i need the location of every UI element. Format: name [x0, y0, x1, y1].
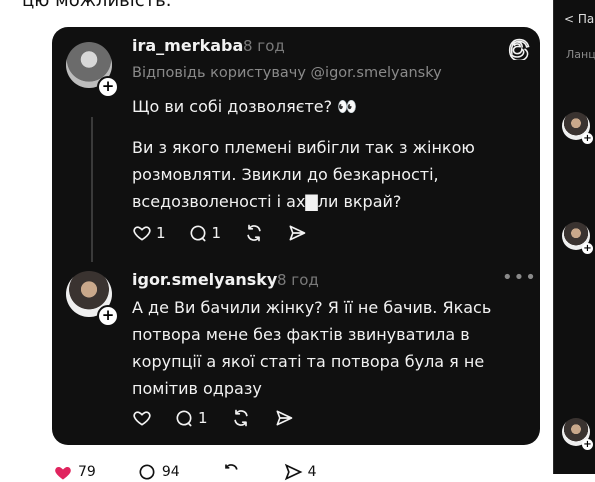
bottom-actions: 79 94 4 — [52, 462, 357, 482]
repost-button[interactable] — [220, 462, 242, 482]
post-username[interactable]: igor.smelyansky — [132, 270, 277, 289]
reply-count: 1 — [198, 409, 208, 427]
heart-icon — [133, 411, 151, 426]
share-button[interactable]: 4 — [282, 462, 317, 482]
post-body: А де Ви бачили жінку? Я її не бачив. Яка… — [132, 294, 507, 402]
share-icon — [289, 225, 306, 241]
post-time: 8 год — [243, 37, 285, 55]
side-panel: < Па Ланц + + + — [553, 0, 595, 474]
post-body: Що ви собі дозволяєте? 👀 Ви з якого плем… — [132, 93, 492, 215]
comment-icon — [176, 410, 192, 427]
thread-card: + ira_merkaba 8 год Відповідь користувач… — [52, 27, 540, 445]
page-caption: цю можливість. — [22, 0, 172, 11]
heart-icon — [55, 467, 71, 480]
plus-icon[interactable]: + — [97, 76, 119, 98]
comment-button[interactable]: 94 — [136, 462, 180, 482]
comment-icon — [190, 225, 206, 242]
side-panel-tab[interactable]: < Па — [564, 12, 594, 26]
reply-count: 1 — [211, 224, 222, 242]
like-count: 1 — [156, 224, 166, 242]
thread-connector-line — [91, 117, 93, 262]
post-actions: 1 — [132, 408, 316, 428]
share-button[interactable] — [287, 223, 307, 243]
plus-icon[interactable]: + — [582, 439, 593, 450]
share-icon — [276, 410, 292, 426]
plus-icon[interactable]: + — [582, 243, 593, 254]
post-time: 8 год — [277, 271, 319, 289]
repost-button[interactable] — [230, 408, 252, 428]
side-panel-label: Ланц — [566, 48, 595, 61]
post-username[interactable]: ira_merkaba — [132, 36, 243, 55]
comment-icon — [139, 464, 155, 480]
comment-button[interactable]: 1 — [188, 223, 222, 243]
post-actions: 1 1 — [132, 223, 329, 243]
heart-icon — [133, 226, 151, 241]
comment-count: 94 — [161, 464, 180, 480]
repost-button[interactable] — [243, 223, 265, 243]
share-icon — [284, 463, 303, 481]
post-paragraph: Ви з якого племені вибігли так з жінкою … — [132, 138, 475, 211]
reply-to-label[interactable]: Відповідь користувачу @igor.smelyansky — [132, 65, 442, 81]
more-icon[interactable]: ••• — [502, 267, 537, 288]
threads-logo-icon[interactable] — [506, 36, 530, 60]
post-paragraph: Що ви собі дозволяєте? 👀 — [132, 97, 358, 116]
plus-icon[interactable]: + — [582, 133, 593, 144]
repost-icon — [247, 224, 261, 242]
post-paragraph: А де Ви бачили жінку? Я її не бачив. Яка… — [132, 298, 492, 398]
plus-icon[interactable]: + — [97, 305, 119, 327]
like-button[interactable] — [132, 408, 152, 428]
repost-icon — [224, 464, 238, 470]
like-button[interactable]: 79 — [52, 462, 96, 482]
share-count: 4 — [307, 464, 317, 480]
repost-icon — [233, 409, 248, 427]
like-count: 79 — [78, 464, 96, 480]
like-button[interactable]: 1 — [132, 223, 166, 243]
share-button[interactable] — [274, 408, 294, 428]
comment-button[interactable]: 1 — [174, 408, 208, 428]
